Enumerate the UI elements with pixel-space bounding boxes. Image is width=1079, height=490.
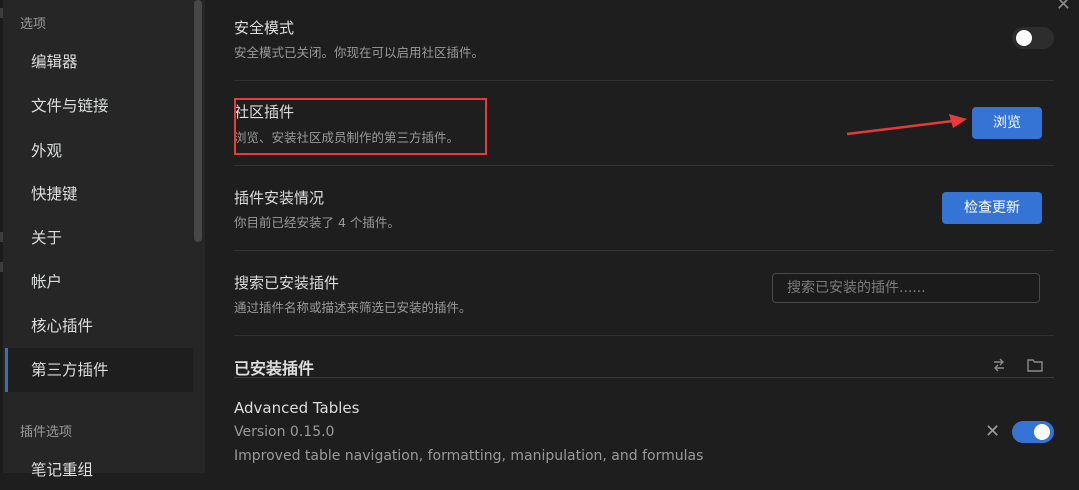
close-icon[interactable]: ✕	[1056, 0, 1071, 15]
sidebar-scrollbar[interactable]	[194, 0, 202, 242]
annotation-arrow	[846, 114, 967, 136]
setting-name: 插件安装情况	[234, 189, 325, 207]
divider	[234, 250, 1054, 251]
reload-icon[interactable]	[990, 356, 1008, 374]
toggle-knob	[1034, 424, 1050, 440]
folder-icon[interactable]	[1026, 356, 1044, 374]
sidebar-item-hotkeys[interactable]: 快捷键	[5, 174, 193, 214]
setting-name: 搜索已安装插件	[234, 274, 340, 292]
sidebar-section-options: 选项	[20, 17, 47, 32]
advanced-tables-toggle[interactable]	[1012, 421, 1054, 443]
divider	[234, 80, 1054, 81]
sidebar-item-core-plugins[interactable]: 核心插件	[5, 306, 193, 346]
sidebar-item-appearance[interactable]: 外观	[5, 131, 193, 171]
setting-description: 安全模式已关闭。你现在可以启用社区插件。	[234, 45, 485, 60]
plugin-version: Version 0.15.0	[234, 424, 335, 440]
browse-button[interactable]: 浏览	[972, 107, 1042, 139]
annotation-highlight-box	[234, 98, 487, 155]
sidebar-item-editor[interactable]: 编辑器	[5, 42, 193, 82]
installed-plugins-heading: 已安装插件	[234, 359, 315, 378]
settings-content: ✕ 安全模式 安全模式已关闭。你现在可以启用社区插件。 社区插件 浏览、安装社区…	[205, 0, 1079, 473]
setting-description: 通过插件名称或描述来筛选已安装的插件。	[234, 300, 472, 315]
edge-mark	[0, 262, 3, 272]
plugin-description: Improved table navigation, formatting, m…	[234, 448, 704, 464]
sidebar-item-community-plugins[interactable]: 第三方插件	[5, 348, 193, 392]
divider	[234, 335, 1054, 336]
edge-mark	[0, 232, 3, 242]
plugin-name: Advanced Tables	[234, 399, 360, 417]
remove-icon[interactable]: ✕	[985, 421, 1000, 442]
sidebar-item-about[interactable]: 关于	[5, 218, 193, 258]
divider	[234, 165, 1054, 166]
safe-mode-toggle[interactable]	[1012, 27, 1054, 49]
search-installed-plugins-input[interactable]	[772, 273, 1040, 303]
edge-mark	[0, 8, 3, 18]
setting-description: 你目前已经安装了 4 个插件。	[234, 215, 400, 230]
settings-sidebar: 选项 编辑器 文件与链接 外观 快捷键 关于 帐户 核心插件 第三方插件 插件选…	[0, 0, 205, 479]
setting-name: 安全模式	[234, 19, 295, 37]
sidebar-item-files-links[interactable]: 文件与链接	[5, 86, 193, 126]
sidebar-section-plugin-options: 插件选项	[20, 425, 73, 440]
check-updates-button[interactable]: 检查更新	[942, 192, 1042, 224]
toggle-knob	[1016, 30, 1032, 46]
sidebar-item-note-refactor[interactable]: 笔记重组	[5, 450, 193, 490]
divider	[234, 377, 1054, 378]
sidebar-item-account[interactable]: 帐户	[5, 262, 193, 302]
